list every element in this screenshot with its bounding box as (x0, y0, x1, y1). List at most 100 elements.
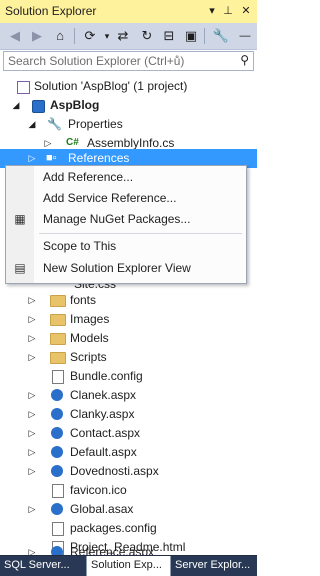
tree-item-label: Solution 'AspBlog' (1 project) (34, 79, 188, 93)
asax-file-icon (51, 503, 63, 515)
tree-item-label: Default.aspx (70, 445, 137, 459)
collapsed-arrow-icon[interactable]: ▷ (27, 500, 37, 519)
properties-icon[interactable]: 🔧 (212, 27, 230, 45)
tree-item-models[interactable]: ▷ Models (0, 329, 257, 348)
expanded-arrow-icon[interactable]: ◢ (27, 115, 37, 134)
collapsed-arrow-icon[interactable]: ▷ (27, 348, 37, 367)
expanded-arrow-icon[interactable]: ◢ (11, 96, 21, 115)
tree-item-clanek-aspx[interactable]: ▷ Clanek.aspx (0, 386, 257, 405)
aspx-file-icon (51, 546, 63, 555)
collapsed-arrow-icon[interactable]: ▷ (27, 386, 37, 405)
tree-item-properties[interactable]: ◢ 🔧 Properties (0, 115, 257, 134)
close-icon[interactable]: ✕ (238, 3, 254, 19)
home-icon[interactable]: ⌂ (51, 27, 69, 45)
tree-item-fonts[interactable]: ▷ fonts (0, 291, 257, 310)
tree-item-label: fonts (70, 293, 97, 307)
aspx-file-icon (51, 446, 63, 458)
tree-item-reference-aspx[interactable]: ▷ Reference.aspx (0, 543, 257, 555)
window-position-dropdown-icon[interactable]: ▾ (204, 3, 220, 19)
solution-tree: Solution 'AspBlog' (1 project) ◢ AspBlog… (0, 73, 257, 555)
tree-item-label: Contact.aspx (70, 426, 141, 440)
collapsed-arrow-icon[interactable]: ▷ (27, 462, 37, 481)
collapsed-arrow-icon[interactable]: ▷ (27, 443, 37, 462)
forward-icon[interactable]: ▶ (28, 27, 46, 45)
menu-item-add-reference[interactable]: Add Reference... (6, 167, 246, 188)
collapsed-arrow-icon[interactable]: ▷ (27, 424, 37, 443)
icon-file-icon (52, 484, 64, 498)
menu-item-label: Add Reference... (43, 170, 134, 184)
tree-item-clanky-aspx[interactable]: ▷ Clanky.aspx (0, 405, 257, 424)
tree-item-default-aspx[interactable]: ▷ Default.aspx (0, 443, 257, 462)
search-input[interactable]: Search Solution Explorer (Ctrl+ů) (8, 54, 184, 68)
menu-item-new-solution-explorer-view[interactable]: ▤ New Solution Explorer View (6, 258, 246, 279)
refresh-icon[interactable]: ↻ (138, 27, 156, 45)
tree-item-label: Bundle.config (70, 369, 143, 383)
config-file-icon (52, 522, 64, 536)
tree-item-solution[interactable]: Solution 'AspBlog' (1 project) (0, 77, 257, 96)
tree-item-contact-aspx[interactable]: ▷ Contact.aspx (0, 424, 257, 443)
menu-item-label: Manage NuGet Packages... (43, 212, 191, 226)
context-menu: Add Reference... Add Service Reference..… (5, 165, 247, 284)
tree-item-bundle-config[interactable]: Bundle.config (0, 367, 257, 386)
tree-item-label: packages.config (70, 521, 157, 535)
tab-server-explorer[interactable]: Server Explor... (171, 556, 257, 576)
aspx-file-icon (51, 465, 63, 477)
tree-item-label: favicon.ico (70, 483, 127, 497)
pending-changes-filter-icon[interactable]: ⟳ (81, 27, 99, 45)
csharp-file-icon: C# (66, 137, 79, 148)
tree-item-label: Global.asax (70, 502, 134, 516)
collapsed-arrow-icon[interactable]: ▷ (27, 329, 37, 348)
collapsed-arrow-icon[interactable]: ▷ (27, 291, 37, 310)
nuget-package-icon: ▦ (14, 212, 26, 226)
toolbar-separator (74, 28, 75, 44)
menu-item-add-service-reference[interactable]: Add Service Reference... (6, 188, 246, 209)
new-view-icon: ▤ (14, 261, 26, 275)
pin-icon[interactable]: ⊥ (220, 3, 236, 19)
menu-item-label: Add Service Reference... (43, 191, 177, 205)
back-icon[interactable]: ◀ (6, 27, 24, 45)
web-project-icon (32, 100, 45, 113)
menu-item-label: New Solution Explorer View (43, 261, 191, 275)
toolbar-overflow-icon[interactable]: — (236, 27, 254, 45)
menu-item-label: Scope to This (43, 239, 117, 253)
tree-item-label: Properties (68, 117, 123, 131)
folder-icon (50, 352, 66, 364)
toolbar: ◀ ▶ ⌂ ⟳ ▾ ⇄ ↻ ⊟ ▣ 🔧 — (0, 23, 257, 50)
title-bar: Solution Explorer ▾ ⊥ ✕ (0, 0, 257, 24)
show-all-files-icon[interactable]: ▣ (182, 27, 200, 45)
sync-with-active-document-icon[interactable]: ⇄ (114, 27, 132, 45)
folder-icon (50, 295, 66, 307)
menu-item-scope-to-this[interactable]: Scope to This (6, 236, 246, 257)
search-box[interactable]: Search Solution Explorer (Ctrl+ů) ⚲ (3, 51, 254, 71)
tree-item-favicon[interactable]: favicon.ico (0, 481, 257, 500)
tree-item-label: AspBlog (50, 98, 100, 112)
tree-item-project[interactable]: ◢ AspBlog (0, 96, 257, 115)
config-file-icon (52, 370, 64, 384)
tree-item-label: Images (70, 312, 110, 326)
tree-item-scripts[interactable]: ▷ Scripts (0, 348, 257, 367)
menu-separator (39, 233, 242, 234)
references-icon: ■▫ (46, 152, 57, 164)
menu-item-manage-nuget[interactable]: ▦ Manage NuGet Packages... (6, 209, 246, 230)
tree-item-label: Models (70, 331, 109, 345)
tab-solution-explorer[interactable]: Solution Exp... (86, 556, 171, 576)
tree-item-images[interactable]: ▷ Images (0, 310, 257, 329)
tree-item-global-asax[interactable]: ▷ Global.asax (0, 500, 257, 519)
collapsed-arrow-icon[interactable]: ▷ (27, 310, 37, 329)
collapsed-arrow-icon[interactable]: ▷ (27, 543, 37, 555)
aspx-file-icon (51, 427, 63, 439)
tree-item-label: Reference.aspx (70, 545, 155, 555)
folder-icon (50, 333, 66, 345)
tool-window-tabs: SQL Server... Solution Exp... Server Exp… (0, 555, 257, 576)
aspx-file-icon (51, 389, 63, 401)
solution-icon (17, 81, 30, 94)
collapse-all-icon[interactable]: ⊟ (160, 27, 178, 45)
wrench-icon: 🔧 (47, 117, 62, 131)
tree-item-dovednosti-aspx[interactable]: ▷ Dovednosti.aspx (0, 462, 257, 481)
tree-item-packages-config[interactable]: packages.config (0, 519, 257, 538)
aspx-file-icon (51, 408, 63, 420)
search-icon[interactable]: ⚲ (240, 53, 249, 67)
collapsed-arrow-icon[interactable]: ▷ (27, 405, 37, 424)
folder-icon (50, 314, 66, 326)
tab-sql-server[interactable]: SQL Server... (0, 556, 86, 576)
